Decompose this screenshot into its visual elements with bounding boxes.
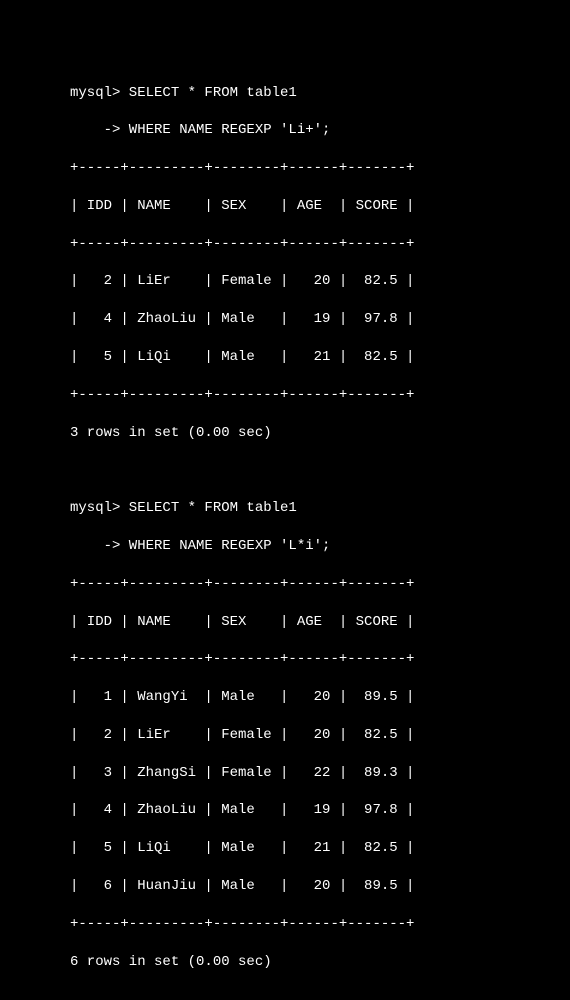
table-row: | 5 | LiQi | Male | 21 | 82.5 | xyxy=(70,348,560,367)
table-row: | 3 | ZhangSi | Female | 22 | 89.3 | xyxy=(70,764,560,783)
query1-border-mid: +-----+---------+--------+------+-------… xyxy=(70,235,560,254)
table-row: | 4 | ZhaoLiu | Male | 19 | 97.8 | xyxy=(70,801,560,820)
table-row: | 2 | LiEr | Female | 20 | 82.5 | xyxy=(70,272,560,291)
query2-border-bot: +-----+---------+--------+------+-------… xyxy=(70,915,560,934)
query1-border-top: +-----+---------+--------+------+-------… xyxy=(70,159,560,178)
table-row: | 6 | HuanJiu | Male | 20 | 89.5 | xyxy=(70,877,560,896)
query2-line2: -> WHERE NAME REGEXP 'L*i'; xyxy=(70,537,560,556)
query2-border-top: +-----+---------+--------+------+-------… xyxy=(70,575,560,594)
table-row: | 5 | LiQi | Male | 21 | 82.5 | xyxy=(70,839,560,858)
query1-line1: mysql> SELECT * FROM table1 xyxy=(70,84,560,103)
query1-header: | IDD | NAME | SEX | AGE | SCORE | xyxy=(70,197,560,216)
query2-status: 6 rows in set (0.00 sec) xyxy=(70,953,560,972)
table-row: | 1 | WangYi | Male | 20 | 89.5 | xyxy=(70,688,560,707)
table-row: | 2 | LiEr | Female | 20 | 82.5 | xyxy=(70,726,560,745)
query1-line2: -> WHERE NAME REGEXP 'Li+'; xyxy=(70,121,560,140)
query2-header: | IDD | NAME | SEX | AGE | SCORE | xyxy=(70,613,560,632)
blank-line xyxy=(70,461,560,480)
table-row: | 4 | ZhaoLiu | Male | 19 | 97.8 | xyxy=(70,310,560,329)
query1-border-bot: +-----+---------+--------+------+-------… xyxy=(70,386,560,405)
query1-status: 3 rows in set (0.00 sec) xyxy=(70,424,560,443)
query2-line1: mysql> SELECT * FROM table1 xyxy=(70,499,560,518)
query2-border-mid: +-----+---------+--------+------+-------… xyxy=(70,650,560,669)
